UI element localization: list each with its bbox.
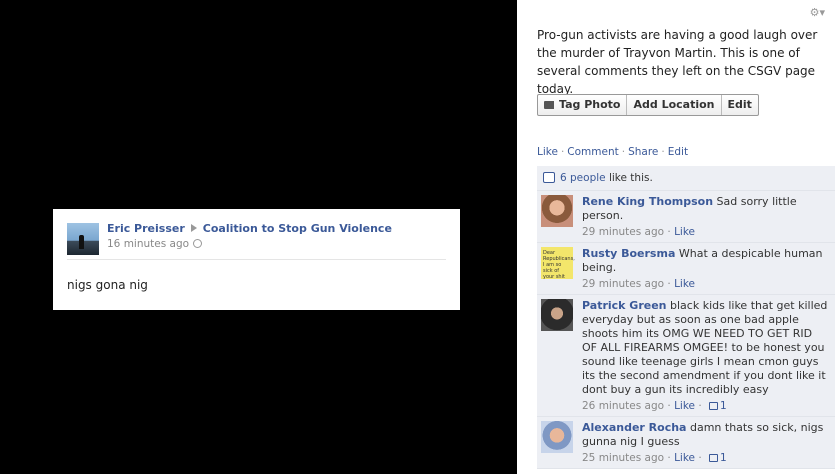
likes-count-link[interactable]: 6 people [560, 172, 606, 184]
tag-photo-button[interactable]: Tag Photo [538, 95, 628, 115]
thumbs-up-icon [543, 172, 555, 183]
post-names: Eric Preisser Coalition to Stop Gun Viole… [107, 222, 392, 235]
comment-link[interactable]: Comment [567, 146, 618, 158]
comment-author[interactable]: Patrick Green [582, 299, 667, 312]
post-time: 16 minutes ago [107, 238, 203, 250]
comment-time[interactable]: 29 minutes ago [582, 226, 664, 238]
comment-like-count[interactable]: 1 [720, 400, 727, 412]
arrow-right-icon [190, 224, 197, 232]
photo-caption: Pro-gun activists are having a good laug… [537, 28, 818, 96]
thumbs-up-icon [709, 454, 719, 462]
comment-item: Patrick Green black kids like that get k… [537, 295, 835, 417]
photo-viewer-stage: Eric Preisser Coalition to Stop Gun Viole… [0, 0, 517, 474]
avatar[interactable] [541, 299, 573, 331]
avatar[interactable] [541, 195, 573, 227]
comment-item: Dear Republicans, I am so sick of your s… [537, 243, 835, 295]
share-link[interactable]: Share [628, 146, 658, 158]
edit-link[interactable]: Edit [668, 146, 688, 158]
target-page-link[interactable]: Coalition to Stop Gun Violence [203, 222, 392, 235]
comment-author[interactable]: Alexander Rocha [582, 421, 686, 434]
comment-time[interactable]: 25 minutes ago [582, 452, 664, 464]
post-message: nigs gona nig [67, 278, 148, 292]
gear-icon[interactable]: ⚙▾ [810, 6, 825, 19]
comment-time[interactable]: 26 minutes ago [582, 400, 664, 412]
comment-item: Alexander Rocha damn thats so sick, nigs… [537, 417, 835, 469]
comment-like-link[interactable]: Like [674, 226, 695, 238]
comment-section: 6 people like this. Rene King Thompson S… [537, 166, 835, 469]
action-links: Like · Comment · Share · Edit [537, 146, 689, 158]
comment-author[interactable]: Rene King Thompson [582, 195, 713, 208]
comment-time[interactable]: 29 minutes ago [582, 278, 664, 290]
comment-like-link[interactable]: Like [674, 400, 695, 412]
comment-like-count[interactable]: 1 [720, 452, 727, 464]
comment-text: black kids like that get killed everyday… [582, 299, 828, 396]
comment-like-link[interactable]: Like [674, 452, 695, 464]
add-location-button[interactable]: Add Location [627, 95, 722, 115]
comment-item: Rene King Thompson Sad sorry little pers… [537, 191, 835, 243]
tag-icon [544, 101, 554, 109]
likes-summary: 6 people like this. [537, 166, 835, 191]
avatar-sign-text: Dear Republicans, I am so sick of your s… [543, 250, 575, 280]
photo-button-bar: Tag Photo Add Location Edit [537, 94, 759, 116]
comment-like-link[interactable]: Like [674, 278, 695, 290]
author-link[interactable]: Eric Preisser [107, 222, 185, 235]
like-link[interactable]: Like [537, 146, 558, 158]
post-header: Eric Preisser Coalition to Stop Gun Viole… [67, 222, 446, 260]
post-timestamp[interactable]: 16 minutes ago [107, 238, 189, 250]
photo-content: Eric Preisser Coalition to Stop Gun Viole… [53, 209, 460, 310]
avatar[interactable]: Dear Republicans, I am so sick of your s… [541, 247, 575, 280]
edit-button[interactable]: Edit [722, 95, 758, 115]
comment-author[interactable]: Rusty Boersma [582, 247, 675, 260]
photo-sidebar: ⚙▾ Pro-gun activists are having a good l… [517, 0, 835, 474]
avatar[interactable] [541, 421, 573, 453]
globe-icon [193, 239, 203, 248]
thumbs-up-icon [709, 402, 719, 410]
author-avatar[interactable] [67, 223, 99, 255]
